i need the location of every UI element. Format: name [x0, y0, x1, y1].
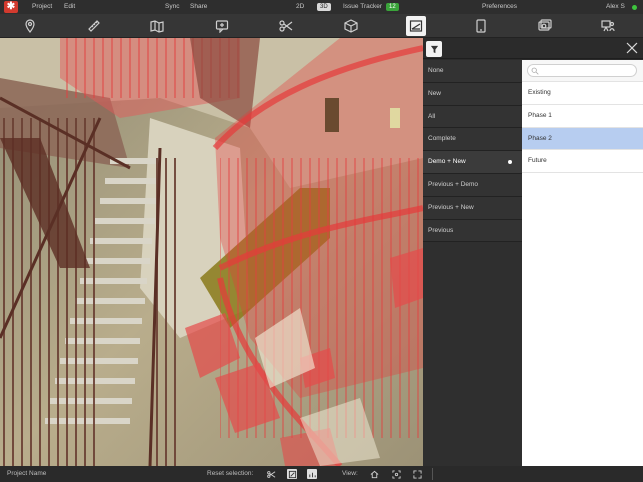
phase-item-existing[interactable]: Existing: [522, 82, 643, 105]
phase-item-phase-2[interactable]: Phase 2: [522, 127, 643, 151]
filter-icon[interactable]: [426, 41, 442, 57]
project-name: Project Name: [7, 470, 47, 477]
map-icon[interactable]: [147, 16, 167, 36]
phase-filter-label: New: [428, 89, 442, 97]
search-input[interactable]: [542, 65, 632, 76]
phase-panel: None New All Complete Demo + New Previou…: [423, 38, 643, 466]
search-icon: [531, 67, 539, 75]
phase-filter-all[interactable]: All: [423, 105, 522, 129]
phase-filter-label: Previous + New: [428, 203, 474, 211]
phase-list: Existing Phase 1 Phase 2 Future: [522, 60, 643, 466]
menu-sync[interactable]: Sync: [165, 3, 179, 10]
add-comment-icon[interactable]: [212, 16, 232, 36]
phase-filter-label: None: [428, 67, 444, 74]
phase-filter-label: Previous + Demo: [428, 180, 479, 188]
close-icon[interactable]: [625, 41, 639, 55]
phase-filter-label: Demo + New: [428, 158, 466, 166]
fullscreen-icon[interactable]: [412, 469, 422, 479]
3d-model-render: [0, 38, 423, 466]
phase-filter-complete[interactable]: Complete: [423, 128, 522, 152]
home-view-icon[interactable]: [369, 469, 379, 479]
scissors-icon[interactable]: [276, 16, 296, 36]
3d-viewport[interactable]: [0, 38, 423, 466]
phase-item-phase-1[interactable]: Phase 1: [522, 105, 643, 128]
phase-filter-label: All: [428, 112, 436, 120]
phase-filter-previous-demo[interactable]: Previous + Demo: [423, 173, 522, 197]
search-box: [527, 64, 637, 77]
reset-selection-scissors-icon[interactable]: [266, 469, 276, 479]
app-logo-icon[interactable]: ✱: [4, 1, 18, 13]
phase-filter-demo-new[interactable]: Demo + New: [423, 151, 522, 174]
phase-panel-header: [423, 38, 643, 59]
view-2d-toggle[interactable]: 2D: [296, 3, 304, 10]
menu-edit[interactable]: Edit: [64, 3, 75, 10]
menu-issue-tracker[interactable]: Issue Tracker: [343, 3, 382, 10]
status-bar-divider: [432, 468, 433, 480]
menu-preferences[interactable]: Preferences: [482, 3, 517, 10]
location-pin-icon[interactable]: [20, 16, 40, 36]
phase-filter-list: None New All Complete Demo + New Previou…: [423, 60, 522, 466]
menu-bar: ✱ Project Edit Sync Share 2D 3D Issue Tr…: [0, 0, 643, 14]
toolbar: [0, 14, 643, 38]
reset-selection-chart-icon[interactable]: [307, 469, 317, 479]
phase-filter-icon[interactable]: [406, 16, 426, 36]
fit-view-icon[interactable]: [391, 469, 401, 479]
online-status-dot: [632, 5, 637, 10]
camera-icon[interactable]: [535, 16, 555, 36]
phase-filter-new[interactable]: New: [423, 82, 522, 106]
phase-filter-none[interactable]: None: [423, 60, 522, 83]
phase-filter-label: Previous: [428, 226, 454, 234]
menu-share[interactable]: Share: [190, 3, 207, 10]
phase-filter-previous-new[interactable]: Previous + New: [423, 196, 522, 220]
reset-selection-label: Reset selection:: [207, 470, 254, 477]
phase-filter-label: Complete: [428, 135, 456, 143]
ruler-icon[interactable]: [84, 16, 104, 36]
tablet-icon[interactable]: [471, 16, 491, 36]
selected-dot-icon: [508, 160, 512, 165]
menu-project[interactable]: Project: [32, 3, 52, 10]
phase-item-future[interactable]: Future: [522, 150, 643, 174]
phase-filter-previous[interactable]: Previous: [423, 219, 522, 243]
presentation-icon[interactable]: [598, 16, 618, 36]
view-label: View:: [342, 470, 358, 477]
cube-icon[interactable]: [341, 16, 361, 36]
phase-search: [522, 60, 643, 82]
view-3d-toggle[interactable]: 3D: [317, 3, 331, 11]
issue-count-badge: 12: [386, 3, 399, 11]
user-name[interactable]: Alex S: [606, 3, 625, 10]
reset-selection-filter-icon[interactable]: [287, 469, 297, 479]
status-bar: Project Name Reset selection: View:: [0, 466, 643, 482]
